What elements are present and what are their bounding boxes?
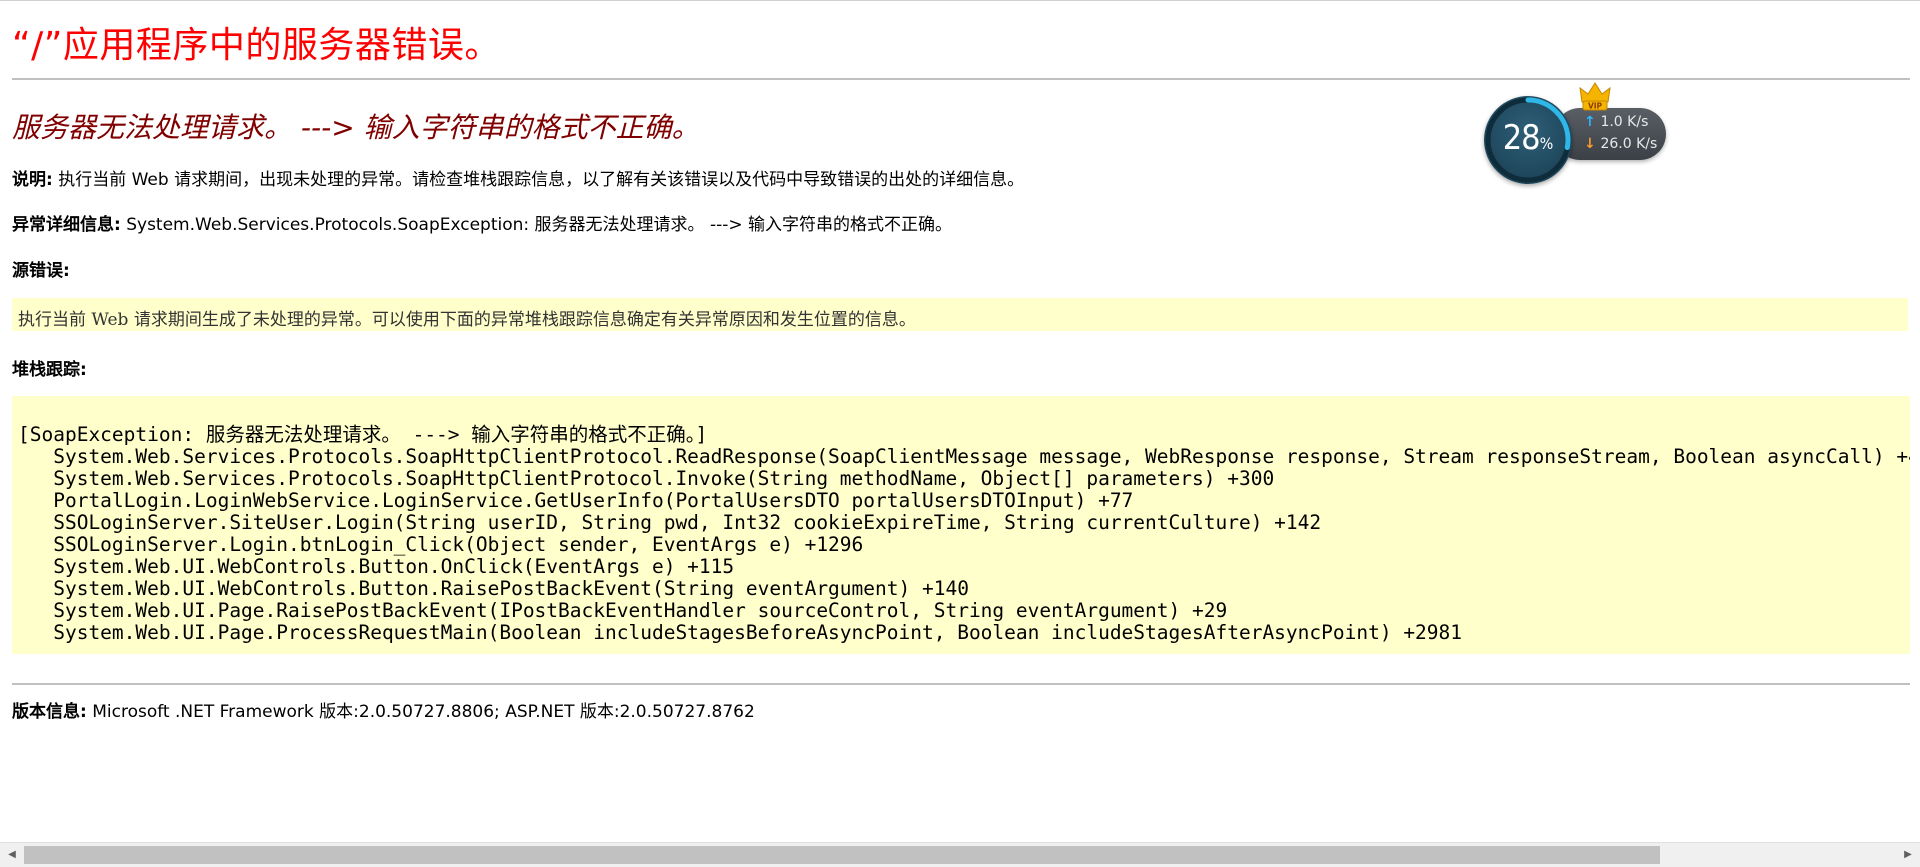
scroll-left-arrow-icon[interactable]: ◀ <box>0 843 24 867</box>
upload-arrow-icon: ↑ <box>1584 114 1596 130</box>
vip-badge-text: VIP <box>1588 102 1603 111</box>
stack-trace-line: [SoapException: 服务器无法处理请求。 ---> 输入字符串的格式… <box>18 423 708 446</box>
source-error-text: 执行当前 Web 请求期间生成了未处理的异常。可以使用下面的异常堆栈跟踪信息确定… <box>18 310 916 330</box>
stack-trace-line: SSOLoginServer.SiteUser.Login(String use… <box>18 511 1322 534</box>
source-error-heading: 源错误: <box>12 256 70 281</box>
upload-speed-row: ↑ 1.0 K/s <box>1584 114 1648 130</box>
upload-speed-unit: K/s <box>1627 114 1649 130</box>
stack-trace-line: PortalLogin.LoginWebService.LoginService… <box>18 489 1134 512</box>
stack-trace-line: System.Web.UI.WebControls.Button.RaisePo… <box>18 577 969 600</box>
description-label: 说明: <box>12 170 53 190</box>
memory-usage-circle[interactable]: 28% <box>1484 96 1572 184</box>
upload-speed-value: 1.0 <box>1600 114 1623 130</box>
stack-trace-text: [SoapException: 服务器无法处理请求。 ---> 输入字符串的格式… <box>18 424 1910 644</box>
source-error-label: 源错误: <box>12 261 70 281</box>
usage-percent: 28% <box>1484 118 1572 158</box>
download-speed-row: ↓ 26.0 K/s <box>1584 136 1657 152</box>
scrollbar-thumb[interactable] <box>24 846 1660 864</box>
usage-percent-value: 28 <box>1502 118 1541 158</box>
version-label: 版本信息: <box>12 702 87 722</box>
stack-trace-line: System.Web.Services.Protocols.SoapHttpCl… <box>18 467 1275 490</box>
exception-details-line: 异常详细信息: System.Web.Services.Protocols.So… <box>12 210 952 235</box>
scroll-right-arrow-icon[interactable]: ▶ <box>1896 843 1920 867</box>
download-arrow-icon: ↓ <box>1584 136 1596 152</box>
page-title: “/”应用程序中的服务器错误。 <box>12 25 501 66</box>
stack-trace-heading: 堆栈跟踪: <box>12 355 87 380</box>
stack-trace-line: System.Web.UI.WebControls.Button.OnClick… <box>18 555 735 578</box>
crown-icon: VIP <box>1579 82 1611 111</box>
usage-percent-unit: % <box>1539 134 1554 153</box>
description-line: 说明: 执行当前 Web 请求期间，出现未处理的异常。请检查堆栈跟踪信息，以了解… <box>12 165 1024 190</box>
source-error-box: 执行当前 Web 请求期间生成了未处理的异常。可以使用下面的异常堆栈跟踪信息确定… <box>12 298 1908 331</box>
version-text: Microsoft .NET Framework 版本:2.0.50727.88… <box>92 702 755 722</box>
stack-trace-line: System.Web.UI.Page.RaisePostBackEvent(IP… <box>18 599 1228 622</box>
network-speed-widget[interactable]: ↑ 1.0 K/s ↓ 26.0 K/s 28% VIP <box>1484 80 1668 192</box>
download-speed-unit: K/s <box>1636 136 1658 152</box>
exception-label: 异常详细信息: <box>12 215 121 235</box>
stack-trace-line: System.Web.Services.Protocols.SoapHttpCl… <box>18 445 1910 468</box>
stack-trace-box: [SoapException: 服务器无法处理请求。 ---> 输入字符串的格式… <box>12 396 1910 654</box>
stack-trace-line: System.Web.UI.Page.ProcessRequestMain(Bo… <box>18 621 1463 644</box>
footer-divider <box>12 683 1910 685</box>
horizontal-scrollbar[interactable]: ◀ ▶ <box>0 842 1920 867</box>
description-text: 执行当前 Web 请求期间，出现未处理的异常。请检查堆栈跟踪信息，以了解有关该错… <box>58 170 1025 190</box>
version-info-line: 版本信息: Microsoft .NET Framework 版本:2.0.50… <box>12 697 755 722</box>
error-subtitle: 服务器无法处理请求。 ---> 输入字符串的格式不正确。 <box>12 111 700 144</box>
stack-trace-line: SSOLoginServer.Login.btnLogin_Click(Obje… <box>18 533 864 556</box>
download-speed-value: 26.0 <box>1600 136 1632 152</box>
stack-trace-label: 堆栈跟踪: <box>12 360 87 380</box>
exception-text: System.Web.Services.Protocols.SoapExcept… <box>126 215 952 235</box>
